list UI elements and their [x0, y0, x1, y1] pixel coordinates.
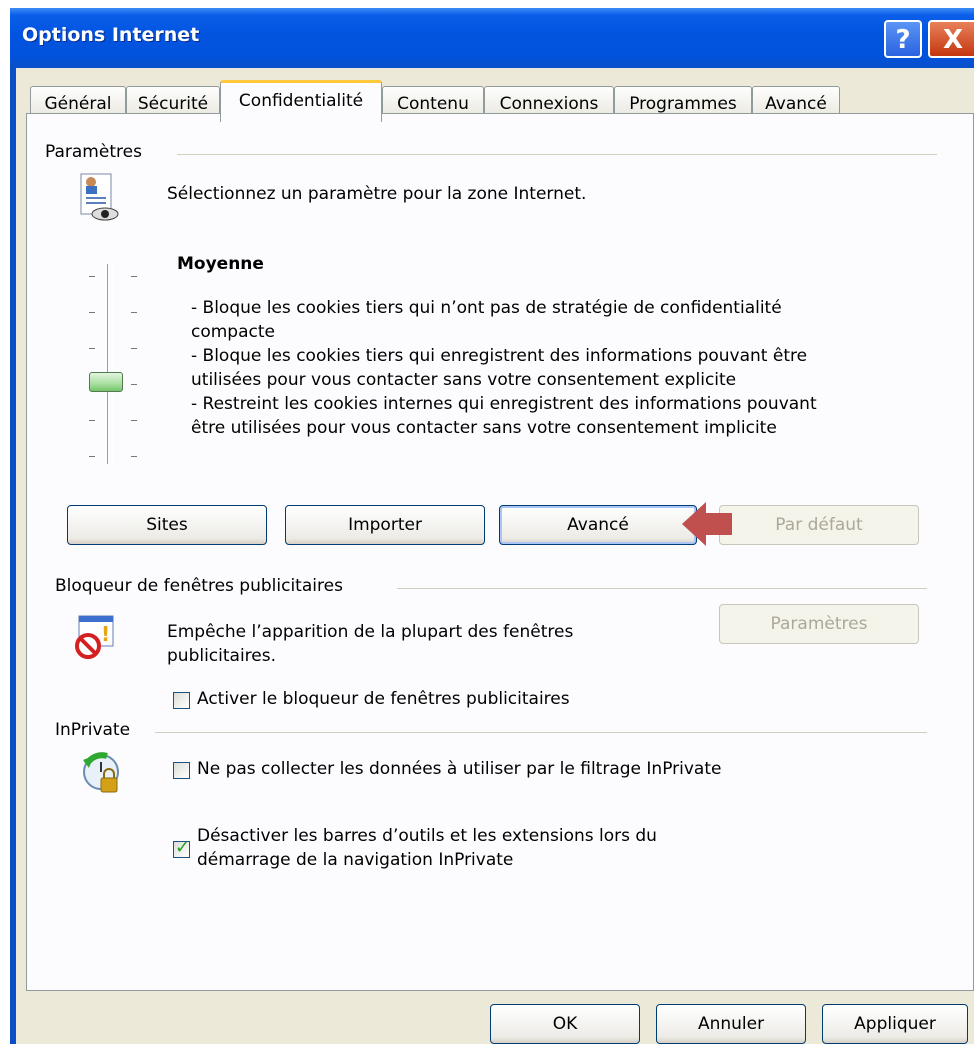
inprivate-group-label: InPrivate	[55, 720, 141, 740]
enable-popup-blocker-label[interactable]: Activer le bloqueur de fenêtres publicit…	[197, 687, 570, 711]
slider-tick	[89, 348, 95, 349]
popup-blocker-icon: !	[75, 615, 114, 659]
privacy-level-description: - Bloque les cookies tiers qui n’ont pas…	[191, 296, 921, 440]
privacy-slider-thumb[interactable]	[89, 372, 123, 392]
level-line: compacte	[191, 322, 275, 342]
internet-options-window: Options Internet ? X Général Sécurité Co…	[0, 0, 974, 1044]
disable-toolbars-inprivate-checkbox[interactable]: ✓	[173, 837, 190, 858]
sites-button[interactable]: Sites	[67, 505, 267, 545]
disable-toolbars-inprivate-label[interactable]: Désactiver les barres d’outils et les ex…	[197, 824, 657, 872]
settings-group-label: Paramètres	[45, 142, 152, 162]
slider-tick	[89, 456, 95, 457]
popup-divider	[397, 588, 927, 589]
privacy-slider-track[interactable]	[107, 264, 113, 464]
slider-tick	[89, 276, 95, 277]
privacy-panel: Paramètres Sélectionnez un paramètre pou…	[26, 113, 974, 991]
popup-description: Empêche l’apparition de la plupart des f…	[167, 620, 573, 668]
popup-desc-line: publicitaires.	[167, 646, 277, 666]
advanced-button[interactable]: Avancé	[499, 505, 697, 545]
level-line: - Bloque les cookies tiers qui n’ont pas…	[191, 298, 782, 318]
slider-tick	[89, 312, 95, 313]
inprivate-divider	[155, 732, 927, 733]
import-button[interactable]: Importer	[285, 505, 485, 545]
popup-settings-button: Paramètres	[719, 604, 919, 644]
slider-tick	[131, 348, 137, 349]
level-line: - Bloque les cookies tiers qui enregistr…	[191, 346, 808, 366]
tab-privacy[interactable]: Confidentialité	[220, 80, 382, 122]
popup-group-label: Bloqueur de fenêtres publicitaires	[55, 576, 353, 596]
settings-divider	[177, 154, 937, 155]
privacy-level-title: Moyenne	[177, 254, 264, 274]
cancel-button[interactable]: Annuler	[656, 1004, 806, 1044]
inprivate-icon	[83, 752, 119, 793]
disable-toolbars-label-line: Désactiver les barres d’outils et les ex…	[197, 826, 657, 846]
level-line: être utilisées pour vous contacter sans …	[191, 418, 777, 438]
svg-text:!: !	[101, 622, 110, 646]
slider-tick	[131, 384, 137, 385]
close-button[interactable]: X	[928, 20, 974, 58]
enable-popup-blocker-checkbox[interactable]	[173, 692, 190, 709]
checkmark-icon: ✓	[175, 837, 191, 858]
dialog-body: Général Sécurité Confidentialité Contenu…	[16, 68, 974, 1044]
level-line: - Restreint les cookies internes qui enr…	[191, 394, 817, 414]
slider-tick	[131, 276, 137, 277]
popup-desc-line: Empêche l’apparition de la plupart des f…	[167, 622, 574, 642]
disable-inprivate-filtering-data-checkbox[interactable]	[173, 762, 190, 779]
title-bar[interactable]: Options Internet ? X	[10, 8, 974, 68]
disable-toolbars-label-line: démarrage de la navigation InPrivate	[197, 850, 514, 870]
disable-inprivate-filtering-data-label[interactable]: Ne pas collecter les données à utiliser …	[197, 757, 721, 781]
slider-tick	[131, 456, 137, 457]
slider-tick	[131, 312, 137, 313]
annotation-arrow-icon	[682, 502, 732, 546]
apply-button[interactable]: Appliquer	[822, 1004, 968, 1044]
ok-button[interactable]: OK	[490, 1004, 640, 1044]
slider-tick	[131, 420, 137, 421]
help-button[interactable]: ?	[884, 20, 922, 58]
level-line: utilisées pour vous contacter sans votre…	[191, 370, 737, 390]
settings-intro: Sélectionnez un paramètre pour la zone I…	[167, 184, 587, 204]
privacy-document-icon	[80, 173, 119, 221]
default-button: Par défaut	[719, 505, 919, 545]
slider-tick	[89, 420, 95, 421]
window-title: Options Internet	[22, 24, 200, 46]
